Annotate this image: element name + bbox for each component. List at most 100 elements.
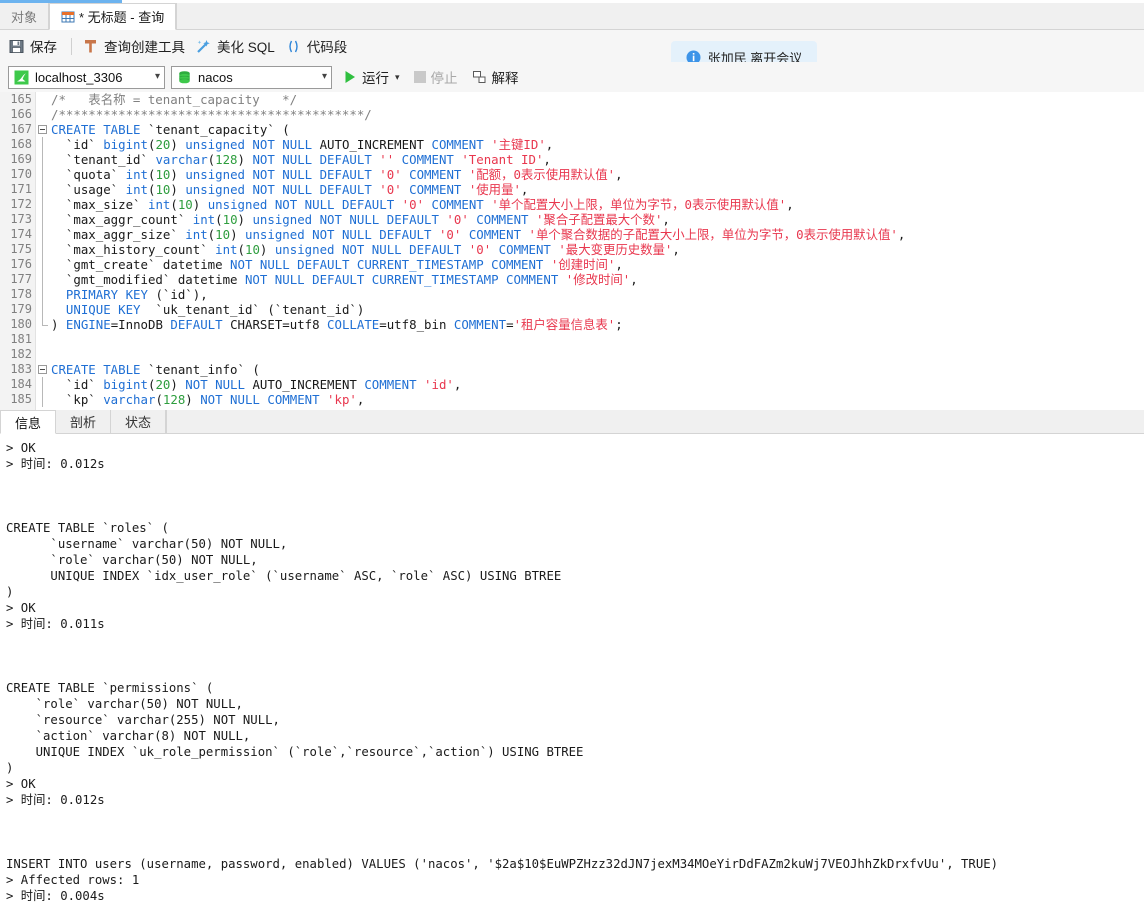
code-line: 175 `max_history_count` int(10) unsigned… (0, 242, 1144, 257)
beautify-sql-button[interactable]: 美化 SQL (195, 36, 275, 56)
line-number: 172 (10, 197, 32, 211)
tab-query-untitled[interactable]: * 无标题 - 查询 (49, 3, 177, 30)
log-line: > 时间: 0.004s (6, 889, 105, 903)
connection-select[interactable]: localhost_3306 ▾ (8, 65, 165, 89)
beautify-sql-label: 美化 SQL (217, 40, 275, 55)
code-line: 184 `id` bigint(20) NOT NULL AUTO_INCREM… (0, 377, 1144, 392)
save-button-label: 保存 (30, 40, 57, 55)
code-line-text: `id` bigint(20) unsigned NOT NULL AUTO_I… (51, 137, 554, 152)
log-line: > OK (6, 601, 36, 615)
run-button[interactable]: 运行 ▾ (342, 67, 400, 87)
line-number: 182 (10, 347, 32, 361)
code-snippet-label: 代码段 (306, 40, 348, 55)
code-line: 172 `max_size` int(10) unsigned NOT NULL… (0, 197, 1144, 212)
code-line-text: `gmt_modified` datetime NOT NULL DEFAULT… (51, 272, 638, 287)
database-select[interactable]: nacos ▾ (171, 65, 332, 89)
log-line: CREATE TABLE `permissions` ( (6, 681, 214, 695)
log-line: `role` varchar(50) NOT NULL, (6, 697, 243, 711)
save-button[interactable]: 保存 (8, 36, 57, 56)
result-tab-profile[interactable]: 剖析 (56, 410, 112, 433)
fold-toggle-icon[interactable] (38, 365, 47, 374)
fold-guide-line (42, 152, 43, 167)
fold-guide-line (42, 272, 43, 287)
chevron-down-icon: ▾ (154, 71, 160, 82)
message-log-pane[interactable]: > OK > 时间: 0.012s CREATE TABLE `roles` ( … (0, 434, 1144, 908)
result-tab-status-label: 状态 (125, 415, 152, 430)
code-line-text: UNIQUE KEY `uk_tenant_id` (`tenant_id`) (51, 302, 365, 317)
code-line-text: /***************************************… (51, 107, 372, 122)
code-line: 166 /************************************… (0, 107, 1144, 122)
line-number: 177 (10, 272, 32, 286)
log-line: `resource` varchar(255) NOT NULL, (6, 713, 280, 727)
fold-guide-line (42, 182, 43, 197)
line-number: 173 (10, 212, 32, 226)
code-line-text: CREATE TABLE `tenant_capacity` ( (51, 122, 290, 137)
code-line-text: `max_history_count` int(10) unsigned NOT… (51, 242, 680, 257)
line-number: 181 (10, 332, 32, 346)
result-tab-status[interactable]: 状态 (111, 410, 167, 433)
log-line: `role` varchar(50) NOT NULL, (6, 553, 258, 567)
stop-square-icon (413, 71, 426, 83)
fold-guide-line (42, 257, 43, 272)
log-line: > 时间: 0.012s (6, 793, 105, 807)
code-line-text: `quota` int(10) unsigned NOT NULL DEFAUL… (51, 167, 623, 182)
code-line: 171 `usage` int(10) unsigned NOT NULL DE… (0, 182, 1144, 197)
log-line: UNIQUE INDEX `uk_role_permission` (`role… (6, 745, 584, 759)
code-line-text: `usage` int(10) unsigned NOT NULL DEFAUL… (51, 182, 529, 197)
code-line-text: `id` bigint(20) NOT NULL AUTO_INCREMENT … (51, 377, 462, 392)
query-builder-button[interactable]: 查询创建工具 (82, 36, 185, 56)
line-number: 171 (10, 182, 32, 196)
line-number: 170 (10, 167, 32, 181)
line-number: 169 (10, 152, 32, 166)
code-line: 179 UNIQUE KEY `uk_tenant_id` (`tenant_i… (0, 302, 1144, 317)
fold-guide-line (42, 287, 43, 302)
run-dropdown-icon[interactable]: ▾ (395, 72, 400, 83)
fold-guide-line (42, 197, 43, 212)
chevron-down-icon: ▾ (321, 71, 327, 82)
fold-guide-line (42, 167, 43, 182)
line-number: 168 (10, 137, 32, 151)
toolbar-separator (71, 37, 72, 55)
tab-query-label: * 无标题 - 查询 (79, 10, 165, 25)
line-number: 166 (10, 107, 32, 121)
line-number: 167 (10, 122, 32, 136)
query-builder-icon (82, 38, 99, 55)
line-number: 183 (10, 362, 32, 376)
fold-guide-line (42, 377, 43, 392)
code-line: 182 (0, 347, 1144, 362)
parentheses-icon (285, 38, 302, 55)
run-button-label: 运行 (362, 71, 389, 86)
code-snippet-button[interactable]: 代码段 (285, 36, 348, 56)
code-line: 174 `max_aggr_size` int(10) unsigned NOT… (0, 227, 1144, 242)
document-tab-bar: 对象 * 无标题 - 查询 (0, 3, 1144, 30)
database-select-value: nacos (198, 69, 233, 85)
stop-button: 停止 (413, 67, 458, 87)
tab-objects[interactable]: 对象 (0, 3, 50, 29)
log-line: ) (6, 585, 14, 599)
play-icon (342, 69, 358, 85)
mysql-connection-icon (14, 70, 29, 85)
explain-button[interactable]: 解释 (472, 67, 519, 87)
line-number: 176 (10, 257, 32, 271)
result-tab-info[interactable]: 信息 (0, 410, 57, 434)
fold-toggle-icon[interactable] (38, 125, 47, 134)
line-number: 184 (10, 377, 32, 391)
code-line-text: `kp` varchar(128) NOT NULL COMMENT 'kp', (51, 392, 365, 407)
result-tab-bar: 信息 剖析 状态 (0, 410, 1144, 434)
query-builder-label: 查询创建工具 (104, 40, 185, 55)
app-window: 对象 * 无标题 - 查询 保存 查询创建工具 美化 SQL 代码段 张加民 离… (0, 0, 1144, 908)
code-line: 180) ENGINE=InnoDB DEFAULT CHARSET=utf8 … (0, 317, 1144, 332)
sql-code-area[interactable]: 165 /* 表名称 = tenant_capacity */ 166 /******… (0, 92, 1144, 410)
line-number: 165 (10, 92, 32, 106)
code-line-text: `max_aggr_size` int(10) unsigned NOT NUL… (51, 227, 906, 242)
sql-editor[interactable]: 165 /* 表名称 = tenant_capacity */ 166 /******… (0, 92, 1144, 410)
line-number: 180 (10, 317, 32, 331)
fold-guide-line (42, 242, 43, 257)
result-tab-filler (166, 410, 1144, 433)
line-number: 178 (10, 287, 32, 301)
